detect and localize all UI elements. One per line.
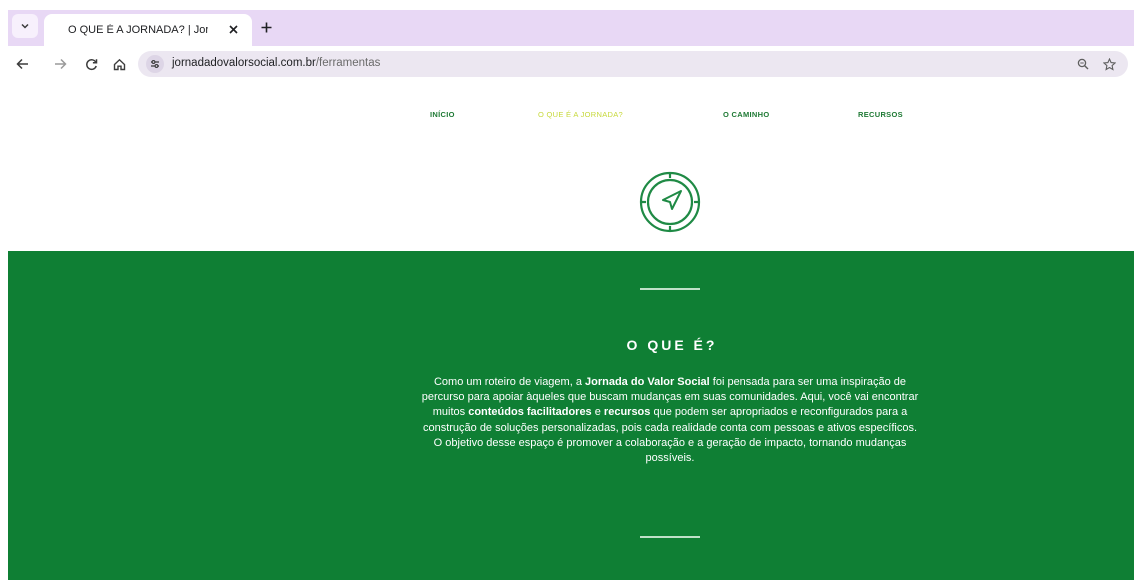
intro-bold-jornada: Jornada do Valor Social	[585, 376, 710, 388]
site-nav: INÍCIO O QUE É A JORNADA? O CAMINHO RECU…	[8, 110, 1134, 130]
intro-paragraph: Como um roteiro de viagem, a Jornada do …	[420, 375, 920, 466]
new-tab-icon	[261, 22, 271, 32]
bookmark-button[interactable]	[1100, 55, 1118, 73]
site-info-button[interactable]	[146, 55, 164, 73]
url-domain: jornadadovalorsocial.com.br	[172, 57, 316, 69]
reload-icon	[85, 58, 97, 70]
bookmark-star-icon	[1102, 57, 1116, 71]
browser-toolbar: jornadadovalorsocial.com.br/ferramentas	[8, 46, 1134, 82]
intro-text-1: Como um roteiro de viagem, a	[433, 376, 585, 388]
tab-title: O QUE É A JORNADA? | Jornad	[68, 24, 208, 36]
back-icon	[15, 58, 28, 70]
divider-top	[640, 288, 700, 290]
tab-strip: O QUE É A JORNADA? | Jornad	[8, 10, 1134, 46]
home-icon	[113, 58, 125, 70]
close-icon	[228, 24, 238, 34]
divider-bottom	[640, 536, 700, 538]
url-text[interactable]: jornadadovalorsocial.com.br/ferramentas	[172, 57, 380, 69]
section-title: O QUE É?	[626, 337, 718, 353]
nav-link-o-caminho[interactable]: O CAMINHO	[723, 110, 769, 119]
zoom-icon	[1077, 58, 1089, 70]
nav-link-o-que-e[interactable]: O QUE É A JORNADA?	[538, 110, 623, 119]
home-button[interactable]	[109, 54, 129, 74]
forward-button[interactable]	[50, 54, 70, 74]
nav-link-recursos[interactable]: RECURSOS	[858, 110, 903, 119]
browser-window: O QUE É A JORNADA? | Jornad	[0, 0, 1134, 580]
intro-bold-recursos: recursos	[603, 406, 651, 419]
browser-tab[interactable]: O QUE É A JORNADA? | Jornad	[44, 14, 252, 46]
tab-search-icon	[21, 23, 29, 29]
compass-icon	[639, 171, 701, 233]
reload-button[interactable]	[81, 54, 101, 74]
nav-link-inicio[interactable]: INÍCIO	[430, 110, 455, 119]
intro-text-3: e	[591, 406, 604, 419]
url-path: /ferramentas	[315, 57, 381, 69]
zoom-button[interactable]	[1074, 55, 1092, 73]
forward-icon	[54, 58, 67, 70]
hero-section: O QUE É? Como um roteiro de viagem, a Jo…	[8, 251, 1134, 580]
site-info-icon	[151, 60, 159, 68]
address-bar[interactable]: jornadadovalorsocial.com.br/ferramentas	[138, 51, 1128, 77]
tab-close-button[interactable]	[226, 22, 240, 36]
tab-search-button[interactable]	[12, 14, 38, 38]
back-button[interactable]	[12, 54, 32, 74]
intro-bold-conteudos: conteúdos facilitadores	[468, 406, 592, 419]
new-tab-button[interactable]	[256, 17, 276, 37]
